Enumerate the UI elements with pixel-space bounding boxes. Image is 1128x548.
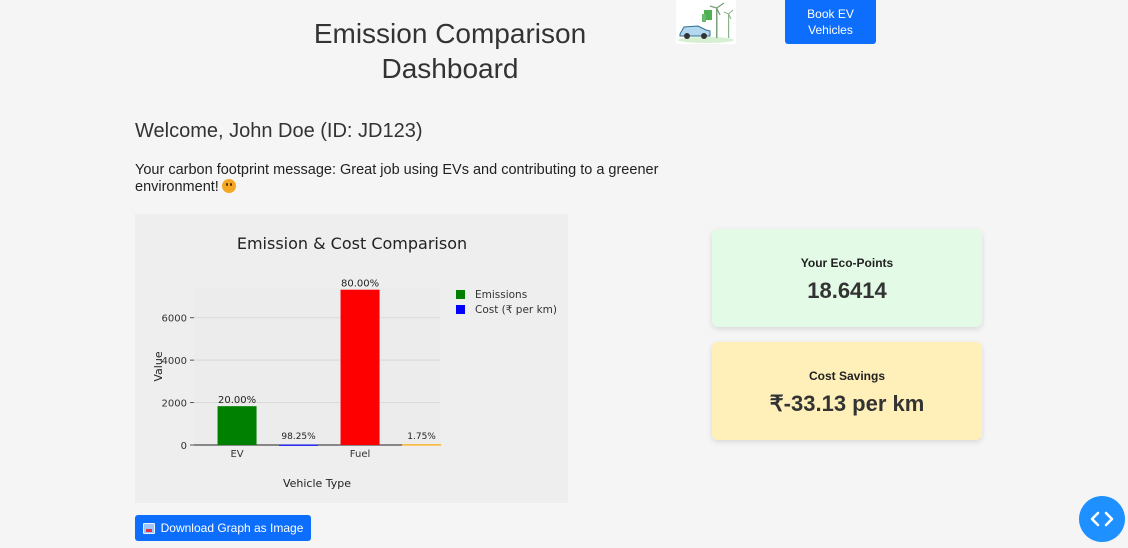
bar-emissions-fuel (340, 289, 380, 445)
chart-title: Emission & Cost Comparison (237, 234, 467, 253)
y-tick-label: 0 (181, 441, 187, 452)
bar-data-label: 1.75% (407, 432, 436, 442)
bar-data-label: 80.00% (341, 279, 379, 290)
ev-car-wind-turbine-icon (676, 0, 736, 44)
page-title: Emission Comparison Dashboard (290, 16, 610, 86)
dashboard-page: Emission Comparison Dashboard Book EV Ve… (0, 0, 1128, 548)
emission-cost-chart: Emission & Cost Comparison 0 2000 4000 6000 2… (135, 214, 568, 503)
book-button-line1: Book EV (807, 7, 854, 21)
welcome-message: Welcome, John Doe (ID: JD123) (135, 120, 423, 142)
carbon-footprint-message: Your carbon footprint message: Great job… (135, 162, 695, 196)
download-graph-label: Download Graph as Image (160, 521, 304, 535)
x-tick-label: Fuel (350, 449, 370, 460)
bar-data-label: 98.25% (281, 432, 316, 442)
cost-savings-value: ₹-33.13 per km (769, 391, 925, 416)
page-title-line1: Emission Comparison (313, 18, 587, 49)
code-toggle-button[interactable] (1079, 496, 1125, 542)
cost-savings-card: Cost Savings ₹-33.13 per km (712, 342, 982, 440)
page-title-line2: Dashboard (381, 53, 519, 84)
eco-points-card: Your Eco-Points 18.6414 (712, 229, 982, 327)
x-tick-label: EV (230, 449, 243, 460)
bar-data-label: 20.00% (218, 395, 256, 406)
carbon-footprint-text: Your carbon footprint message: Great job… (135, 162, 659, 195)
bar-cost-fuel (402, 444, 442, 446)
image-icon (142, 522, 155, 534)
y-tick-label: 2000 (162, 399, 187, 410)
book-button-line2: Vehicles (808, 23, 853, 37)
eco-points-label: Your Eco-Points (800, 256, 894, 270)
bar-cost-ev (279, 444, 319, 446)
download-graph-button[interactable]: Download Graph as Image (135, 515, 311, 541)
y-axis-title: Value (152, 351, 165, 381)
bar-emissions-ev (217, 406, 257, 445)
eco-points-value: 18.6414 (807, 278, 887, 303)
legend-label: Emissions (475, 289, 527, 301)
code-chevrons-icon (1090, 511, 1114, 527)
legend-swatch (456, 305, 465, 314)
x-axis-title: Vehicle Type (283, 477, 351, 490)
cost-savings-label: Cost Savings (808, 369, 886, 383)
y-tick-label: 6000 (162, 314, 187, 325)
legend-label: Cost (₹ per km) (475, 304, 557, 316)
y-tick-label: 4000 (162, 356, 187, 367)
book-ev-vehicles-button[interactable]: Book EV Vehicles (785, 0, 876, 44)
legend-swatch (456, 290, 465, 299)
chart-svg: Emission & Cost Comparison 0 2000 4000 6000 2… (152, 234, 557, 490)
smiling-face-icon (221, 179, 236, 193)
